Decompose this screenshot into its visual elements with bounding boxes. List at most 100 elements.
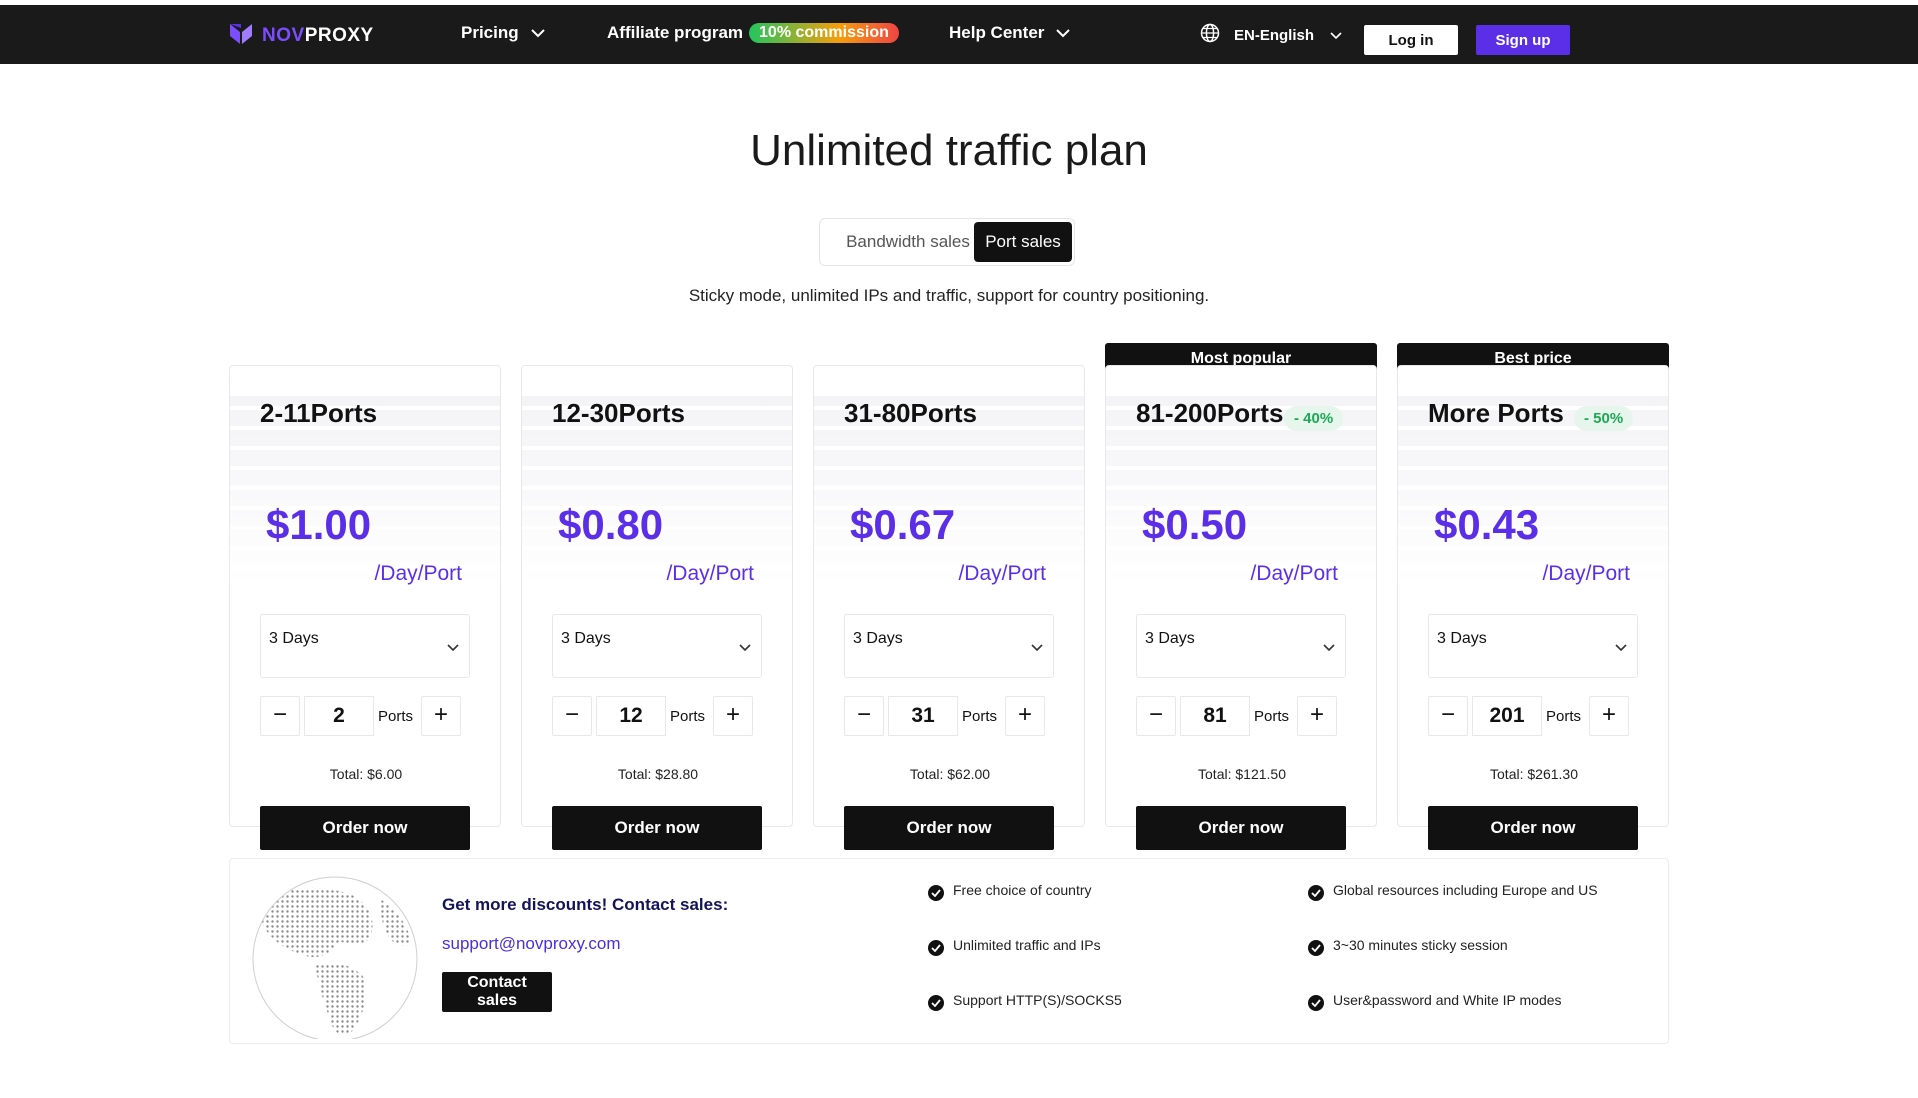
quantity-unit: Ports [378,708,414,725]
signup-button[interactable]: Sign up [1476,25,1570,55]
duration-select[interactable]: 3 Days [1428,614,1638,678]
quantity-input[interactable]: 201 [1472,696,1542,736]
quantity-unit: Ports [962,708,998,725]
price-unit: /Day/Port [374,562,462,585]
top-navigation: NOVPROXY Pricing Affiliate program 10% c… [0,5,1918,64]
plan-title: 31-80Ports [844,398,977,428]
globe-illustration [240,869,420,1044]
support-email-link[interactable]: support@novproxy.com [442,934,621,954]
feature-text: Support HTTP(S)/SOCKS5 [953,992,1122,1008]
plan-total: Total: $62.00 [909,766,991,782]
price-unit: /Day/Port [666,562,754,585]
language-label: EN-English [1234,26,1315,44]
nav-help-center[interactable]: Help Center [949,23,1071,43]
logo-text: NOVPROXY [262,25,374,46]
nav-affiliate-label: Affiliate program [607,23,744,42]
language-selector[interactable]: EN-English [1200,23,1342,47]
duration-value: 3 Days [1145,630,1195,647]
contact-sales-button[interactable]: Contact sales [442,972,552,1012]
feature-text: Free choice of country [953,882,1092,898]
discount-badge: - 50% [1574,406,1634,431]
quantity-stepper: − 12 Ports + [552,696,762,736]
plan-price: $0.50 [1142,501,1248,548]
increment-button[interactable]: + [713,696,753,736]
nav-affiliate-program[interactable]: Affiliate program 10% commission [607,23,899,43]
feature-text: Unlimited traffic and IPs [953,937,1101,953]
decrement-button[interactable]: − [1136,696,1176,736]
quantity-unit: Ports [1254,708,1290,725]
check-icon [928,885,944,901]
page-title: Unlimited traffic plan [750,126,1148,175]
check-icon [928,995,944,1011]
chevron-down-icon [1031,639,1043,657]
logo-icon [228,22,254,51]
duration-value: 3 Days [561,630,611,647]
login-button[interactable]: Log in [1364,25,1458,55]
increment-button[interactable]: + [421,696,461,736]
duration-select[interactable]: 3 Days [552,614,762,678]
chevron-down-icon [1056,23,1071,43]
order-now-button[interactable]: Order now [552,806,762,850]
price-unit: /Day/Port [958,562,1046,585]
order-now-button[interactable]: Order now [260,806,470,850]
tab-port-sales[interactable]: Port sales [974,222,1072,262]
plan-total: Total: $28.80 [617,766,699,782]
plan-price: $0.43 [1434,501,1540,548]
plan-total: Total: $121.50 [1198,766,1286,782]
plan-price: $1.00 [266,501,372,548]
decrement-button[interactable]: − [552,696,592,736]
increment-button[interactable]: + [1297,696,1337,736]
quantity-input[interactable]: 12 [596,696,666,736]
quantity-stepper: − 31 Ports + [844,696,1054,736]
feature-text: User&password and White IP modes [1333,992,1562,1008]
price-unit: /Day/Port [1250,562,1338,585]
plan-price: $0.80 [558,501,664,548]
duration-value: 3 Days [1437,630,1487,647]
plan-description: Sticky mode, unlimited IPs and traffic, … [688,286,1210,305]
duration-select[interactable]: 3 Days [1136,614,1346,678]
duration-select[interactable]: 3 Days [844,614,1054,678]
feature-item: Global resources including Europe and US [1308,879,1598,901]
logo[interactable]: NOVPROXY [228,22,374,50]
order-now-button[interactable]: Order now [1136,806,1346,850]
decrement-button[interactable]: − [844,696,884,736]
chevron-down-icon [447,639,459,657]
increment-button[interactable]: + [1589,696,1629,736]
quantity-stepper: − 201 Ports + [1428,696,1638,736]
check-icon [928,940,944,956]
feature-text: 3~30 minutes sticky session [1333,937,1508,953]
order-now-button[interactable]: Order now [1428,806,1638,850]
feature-item: Free choice of country [928,879,1092,901]
plan-card: 12-30Ports $0.80 /Day/Port 3 Days − 12 P… [521,365,793,827]
feature-item: User&password and White IP modes [1308,989,1562,1011]
quantity-input[interactable]: 81 [1180,696,1250,736]
plan-title: 12-30Ports [552,398,685,428]
decrement-button[interactable]: − [1428,696,1468,736]
tab-bandwidth-sales[interactable]: Bandwidth sales [828,222,988,262]
plan-card: 2-11Ports $1.00 /Day/Port 3 Days − 2 Por… [229,365,501,827]
feature-item: 3~30 minutes sticky session [1308,934,1508,956]
plan-total: Total: $261.30 [1490,766,1578,782]
increment-button[interactable]: + [1005,696,1045,736]
plan-card: 31-80Ports $0.67 /Day/Port 3 Days − 31 P… [813,365,1085,827]
nav-help-label: Help Center [949,23,1045,42]
chevron-down-icon [1323,639,1335,657]
nav-pricing[interactable]: Pricing [461,23,545,43]
quantity-unit: Ports [670,708,706,725]
discount-badge: - 40% [1284,406,1344,431]
check-icon [1308,995,1324,1011]
quantity-stepper: − 2 Ports + [260,696,470,736]
quantity-input[interactable]: 2 [304,696,374,736]
commission-badge: 10% commission [749,23,899,43]
chevron-down-icon [739,639,751,657]
plan-title: 81-200Ports [1136,398,1284,428]
duration-value: 3 Days [269,630,319,647]
plan-card: 81-200Ports - 40% $0.50 /Day/Port 3 Days… [1105,365,1377,827]
quantity-input[interactable]: 31 [888,696,958,736]
plan-title: 2-11Ports [260,398,378,428]
order-now-button[interactable]: Order now [844,806,1054,850]
sales-type-tabs: Bandwidth sales Port sales [819,218,1075,266]
quantity-stepper: − 81 Ports + [1136,696,1346,736]
decrement-button[interactable]: − [260,696,300,736]
duration-select[interactable]: 3 Days [260,614,470,678]
